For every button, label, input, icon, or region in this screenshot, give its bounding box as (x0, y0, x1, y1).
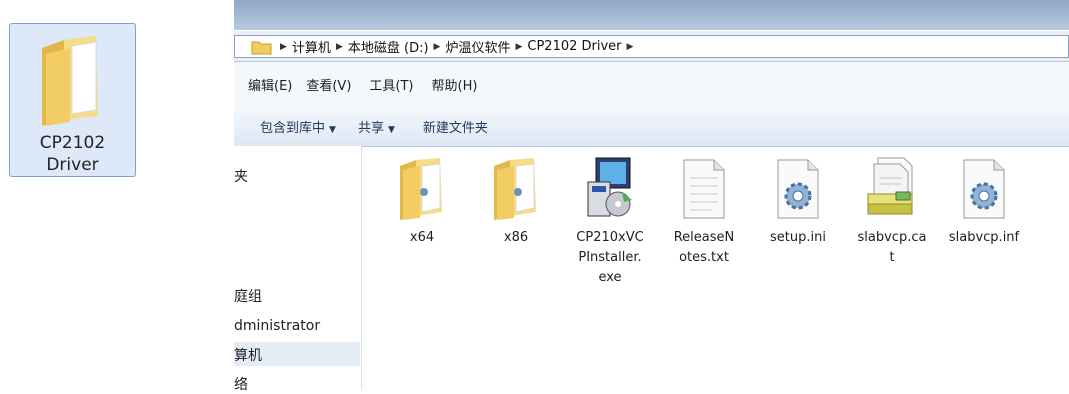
menu-bar: 编辑(E) 查看(V) 工具(T) 帮助(H) (234, 62, 1069, 106)
include-in-library-label: 包含到库中 (260, 120, 326, 136)
dropdown-caret-icon: ▼ (329, 124, 336, 135)
catalog-file-icon (867, 157, 913, 215)
nav-item-network[interactable]: 络 (234, 374, 248, 394)
new-folder-button[interactable]: 新建文件夹 (423, 117, 488, 136)
file-name: x86 (503, 230, 529, 245)
breadcrumb-separator-icon[interactable]: ▶ (429, 42, 446, 52)
explorer-window: ▶ 计算机 ▶ 本地磁盘 (D:) ▶ 炉温仪软件 ▶ CP2102 Drive… (234, 0, 1069, 393)
folder-icon (400, 158, 442, 220)
nav-item-favorites[interactable]: 夹 (234, 166, 248, 186)
menu-view[interactable]: 查看(V) (306, 75, 351, 94)
installer-icon (587, 157, 632, 217)
breadcrumb-separator-icon[interactable]: ▶ (331, 42, 348, 52)
title-bar (234, 0, 1069, 30)
folder-icon (251, 41, 272, 54)
menu-edit[interactable]: 编辑(E) (248, 75, 292, 94)
dropdown-caret-icon: ▼ (387, 124, 395, 135)
nav-item-computer[interactable]: 算机 (234, 345, 262, 365)
file-name-wrapped: ReleaseN otes.txt (673, 230, 735, 265)
text-file-icon (683, 159, 725, 219)
breadcrumb-separator-icon[interactable]: ▶ (510, 42, 527, 52)
nav-item-homegroup[interactable]: 庭组 (234, 286, 262, 306)
file-name: slabvcp.inf (948, 230, 1020, 245)
breadcrumb-cp2102-driver[interactable]: CP2102 Driver (527, 39, 621, 54)
breadcrumb-computer[interactable]: 计算机 (292, 37, 331, 56)
address-bar-area: ▶ 计算机 ▶ 本地磁盘 (D:) ▶ 炉温仪软件 ▶ CP2102 Drive… (234, 31, 1069, 62)
nav-item-administrator[interactable]: dministrator (234, 318, 320, 334)
command-bar: 包含到库中 ▼ 共享 ▼ 新建文件夹 (234, 106, 1069, 147)
file-list: x64 x86 CP210xVC PInstaller. exe Release… (374, 146, 1069, 389)
file-name-wrapped: slabvcp.ca t (857, 230, 927, 265)
settings-file-icon (963, 159, 1005, 219)
share-button[interactable]: 共享 ▼ (358, 117, 395, 136)
file-item-slabvcp-cat[interactable]: slabvcp.ca t (850, 146, 934, 268)
breadcrumb-separator-icon: ▶ (280, 41, 287, 52)
file-name: setup.ini (770, 230, 826, 245)
file-item-slabvcp-inf[interactable]: slabvcp.inf (942, 146, 1026, 248)
desktop-folder-label: CP2102 Driver (39, 133, 106, 175)
file-item-cp210x-installer[interactable]: CP210xVC PInstaller. exe (568, 146, 652, 288)
menu-help[interactable]: 帮助(H) (432, 75, 478, 94)
file-name: x64 (409, 230, 435, 245)
file-item-x86[interactable]: x86 (474, 146, 558, 248)
settings-file-icon (777, 159, 819, 219)
folder-icon (494, 158, 536, 220)
address-bar[interactable]: ▶ 计算机 ▶ 本地磁盘 (D:) ▶ 炉温仪软件 ▶ CP2102 Drive… (234, 35, 1069, 58)
file-item-setup-ini[interactable]: setup.ini (756, 146, 840, 248)
desktop-folder-cp2102-driver[interactable]: CP2102 Driver (9, 23, 136, 177)
breadcrumb-local-disk-d[interactable]: 本地磁盘 (D:) (348, 37, 429, 56)
navigation-pane: 夹 庭组 dministrator 算机 络 (234, 146, 362, 393)
folder-icon (42, 36, 98, 126)
file-item-release-notes[interactable]: ReleaseN otes.txt (662, 146, 746, 268)
breadcrumb-separator-icon[interactable]: ▶ (622, 42, 639, 52)
breadcrumb-oven-software[interactable]: 炉温仪软件 (445, 37, 510, 56)
file-name-wrapped: CP210xVC PInstaller. exe (576, 230, 644, 285)
include-in-library-button[interactable]: 包含到库中 ▼ (260, 117, 336, 136)
share-label: 共享 (357, 120, 384, 136)
file-item-x64[interactable]: x64 (380, 146, 464, 248)
menu-tools[interactable]: 工具(T) (369, 75, 413, 94)
